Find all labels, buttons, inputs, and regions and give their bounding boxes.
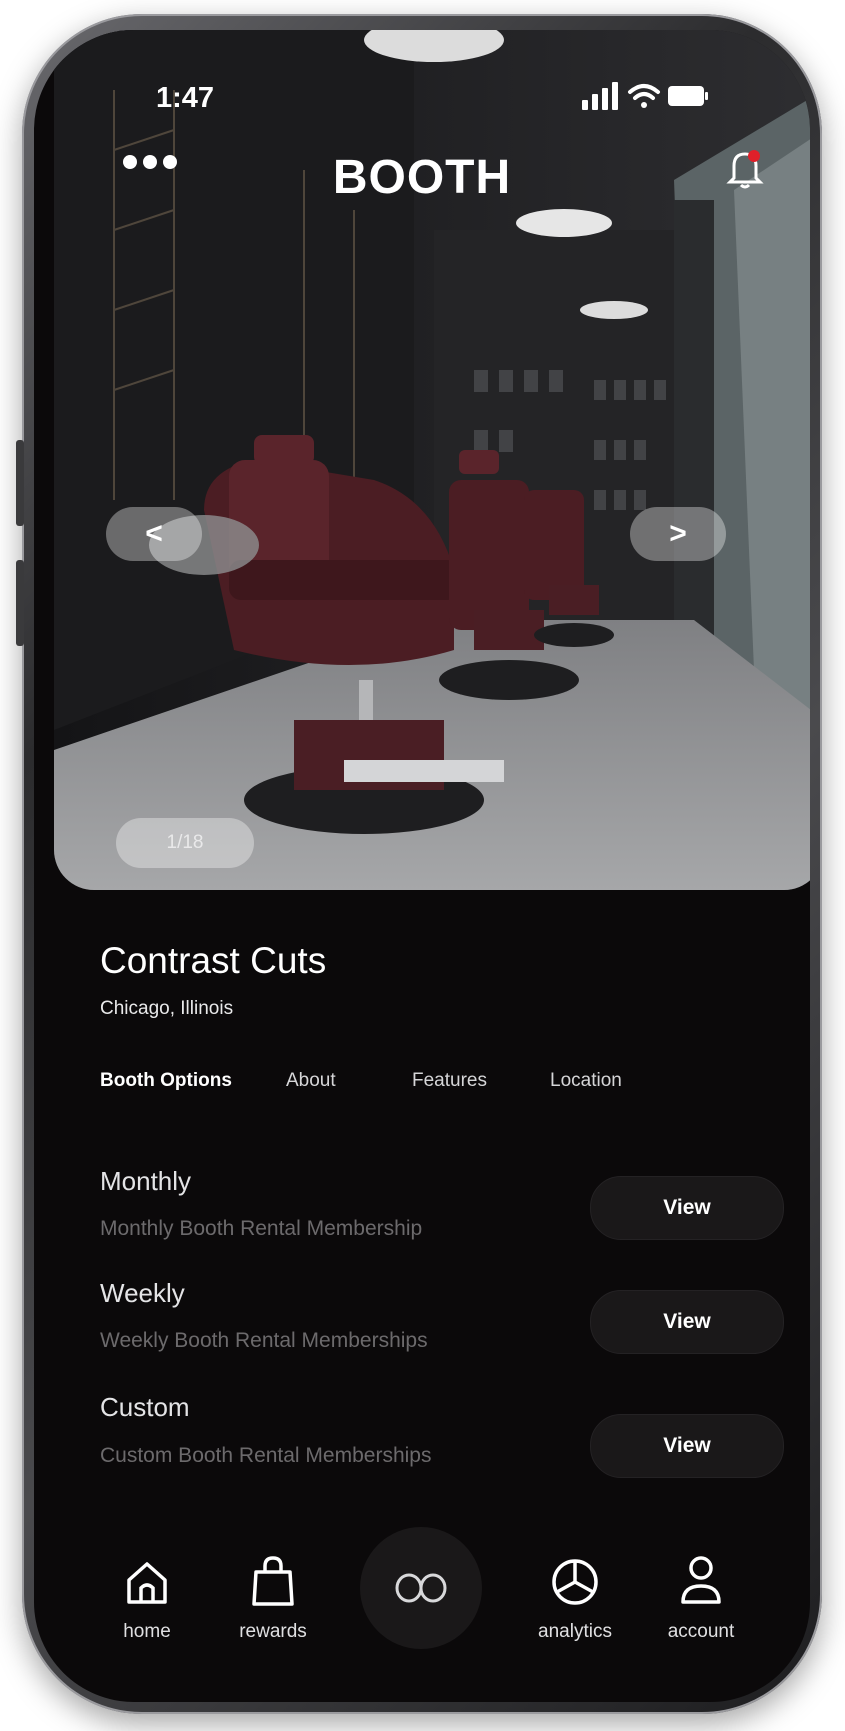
side-button — [16, 560, 24, 646]
option-description: Monthly Booth Rental Membership — [100, 1217, 423, 1240]
tab-booth-options[interactable]: Booth Options — [100, 1070, 232, 1092]
app-screen: < > 1/18 1:47 BOOTH Contrast Cuts Chicag… — [34, 30, 810, 1702]
option-description: Weekly Booth Rental Memberships — [100, 1329, 428, 1352]
center-action-button[interactable] — [360, 1527, 482, 1649]
wifi-icon — [628, 84, 660, 108]
signal-icon — [582, 82, 618, 110]
tab-features[interactable]: Features — [412, 1070, 487, 1092]
option-title: Custom — [100, 1392, 190, 1422]
pie-chart-icon — [552, 1559, 598, 1605]
view-monthly-button[interactable]: View — [590, 1176, 784, 1240]
brand-title: BOOTH — [332, 151, 512, 204]
option-title: Monthly — [100, 1166, 192, 1196]
shopping-bag-icon — [252, 1556, 294, 1606]
tabbar-analytics[interactable]: analytics — [520, 1556, 630, 1643]
tab-location[interactable]: Location — [550, 1070, 622, 1092]
gallery-prev-button[interactable]: < — [106, 507, 202, 561]
tabbar-analytics-label: analytics — [538, 1621, 612, 1642]
battery-icon — [668, 86, 708, 106]
notification-dot — [748, 150, 760, 162]
tab-about[interactable]: About — [286, 1070, 336, 1092]
option-description: Custom Booth Rental Memberships — [100, 1444, 432, 1467]
status-icons — [582, 80, 712, 119]
infinity-icon — [395, 1573, 447, 1603]
gallery-next-button[interactable]: > — [630, 507, 726, 561]
shop-name: Contrast Cuts — [100, 940, 327, 981]
option-title: Weekly — [100, 1278, 185, 1308]
tabbar-account-label: account — [667, 1621, 735, 1642]
tabbar-home-label: home — [123, 1621, 171, 1642]
home-icon — [127, 1562, 167, 1604]
tabbar-rewards-label: rewards — [239, 1621, 307, 1642]
side-button — [16, 440, 24, 526]
tabbar-home[interactable]: home — [92, 1558, 202, 1643]
notification-bell-icon[interactable] — [726, 148, 764, 195]
tabbar-rewards[interactable]: rewards — [218, 1554, 328, 1643]
shop-location: Chicago, Illinois — [100, 998, 234, 1019]
status-time: 1:47 — [156, 82, 215, 114]
gallery-counter: 1/18 — [116, 818, 254, 868]
view-custom-button[interactable]: View — [590, 1414, 784, 1478]
view-weekly-button[interactable]: View — [590, 1290, 784, 1354]
tabbar-account[interactable]: account — [646, 1554, 756, 1643]
user-icon — [681, 1556, 721, 1604]
